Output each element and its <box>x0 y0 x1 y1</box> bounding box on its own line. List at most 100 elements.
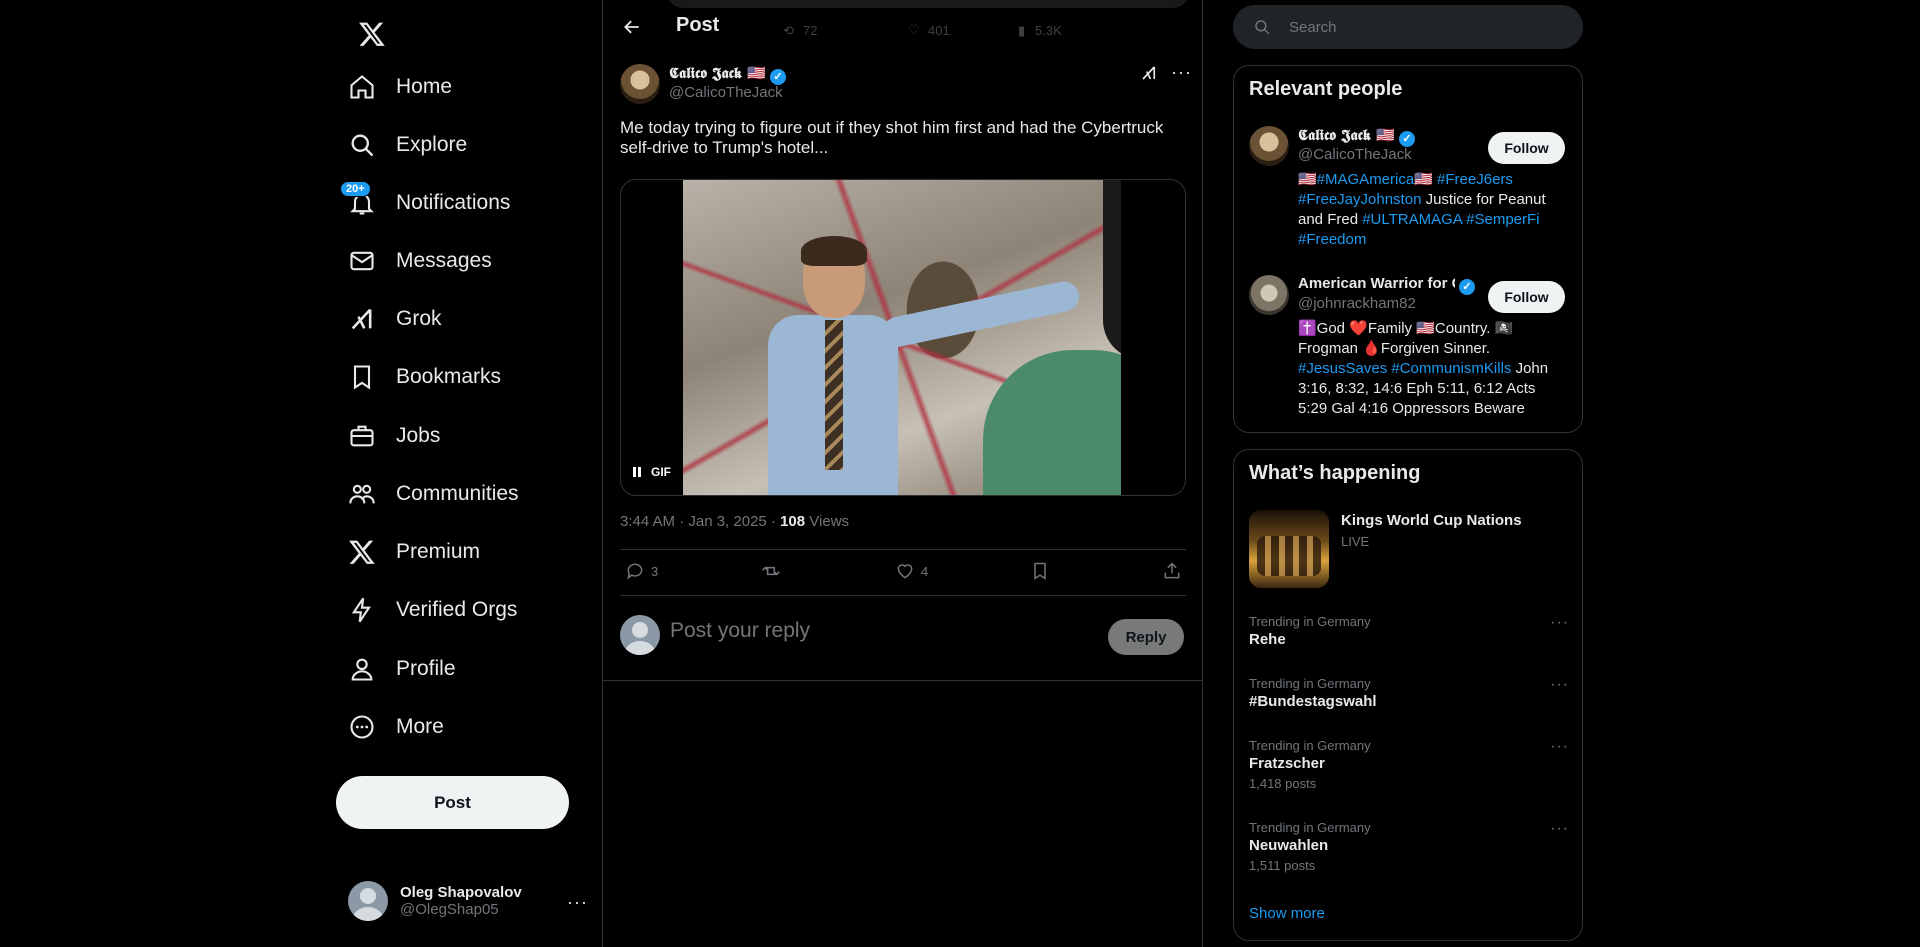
nav-premium[interactable]: Premium <box>336 527 492 577</box>
reply-action[interactable]: 3 <box>625 561 658 581</box>
nav-explore[interactable]: Explore <box>336 120 479 170</box>
author-name[interactable]: 𝕮𝖆𝖑𝖎𝖈𝖔 𝕵𝖆𝖈𝖐 🇺🇸 ✓ <box>669 64 786 85</box>
nav-communities-label: Communities <box>396 482 519 505</box>
retweet-action[interactable] <box>760 561 782 581</box>
bio-text: ✝️God ❤️Family 🇺🇸Country. 🏴‍☠️ Frogman 🩸… <box>1298 320 1514 357</box>
pause-icon[interactable] <box>633 467 641 477</box>
nav-profile[interactable]: Profile <box>336 644 468 694</box>
nav-explore-label: Explore <box>396 133 468 156</box>
share-action[interactable] <box>1162 561 1182 581</box>
nav-messages-label: Messages <box>396 249 492 272</box>
more-icon[interactable]: ··· <box>1171 62 1192 83</box>
previous-media-edge <box>668 0 1188 8</box>
back-button[interactable] <box>617 14 647 40</box>
nav-communities[interactable]: Communities <box>336 469 531 519</box>
grok-icon <box>348 305 376 333</box>
briefcase-icon <box>348 422 376 450</box>
verified-badge-icon: ✓ <box>1459 279 1475 295</box>
person-handle: @johnrackham82 <box>1298 295 1416 312</box>
account-switcher[interactable]: Oleg Shapovalov @OlegShap05 ··· <box>336 872 598 930</box>
nav-grok-label: Grok <box>396 307 442 330</box>
bookmark-icon <box>1034 562 1046 580</box>
tweet-timestamp[interactable]: 3:44 AM · Jan 3, 2025 · <box>620 513 780 530</box>
author-handle[interactable]: @CalicoTheJack <box>669 84 783 101</box>
panel-title: What’s happening <box>1249 462 1421 484</box>
nav-grok[interactable]: Grok <box>336 294 454 344</box>
event-thumbnail[interactable] <box>1249 510 1329 588</box>
trend-name: Neuwahlen <box>1249 837 1329 854</box>
gif-label: GIF <box>651 465 671 479</box>
show-more-link[interactable]: Show more <box>1249 905 1325 922</box>
more-icon[interactable]: ··· <box>1550 738 1569 756</box>
trend-item[interactable]: Trending in Germany Neuwahlen 1,511 post… <box>1249 820 1569 873</box>
nav-notifications-label: Notifications <box>396 191 511 214</box>
reply-composer: Post your reply Reply <box>620 607 1186 665</box>
reply-count: 3 <box>651 563 659 579</box>
nav-notifications[interactable]: 20+ Notifications <box>336 178 522 228</box>
trend-item[interactable]: Trending in Germany #Bundestagswahl ··· <box>1249 676 1569 710</box>
more-circle-icon <box>348 713 376 741</box>
nav-bookmarks[interactable]: Bookmarks <box>336 352 513 402</box>
nav-more[interactable]: More <box>336 702 456 752</box>
more-icon[interactable]: ··· <box>567 892 588 913</box>
nav-messages[interactable]: Messages <box>336 236 504 286</box>
trend-post-count: 1,418 posts <box>1249 776 1317 791</box>
reply-icon <box>627 563 643 580</box>
x-logo-icon <box>348 538 376 566</box>
bookmark-icon <box>348 363 376 391</box>
author-avatar[interactable] <box>620 64 660 104</box>
avatar <box>348 881 388 921</box>
views-label: Views <box>805 513 850 530</box>
follow-button[interactable]: Follow <box>1488 132 1565 164</box>
arrow-left-icon <box>624 20 639 34</box>
search-input[interactable]: Search <box>1233 5 1583 49</box>
avatar[interactable] <box>1249 275 1289 315</box>
like-action[interactable]: 4 <box>895 561 928 581</box>
views-count: 108 <box>780 513 806 530</box>
panel-title: Relevant people <box>1249 78 1403 100</box>
post-button[interactable]: Post <box>336 776 569 829</box>
nav-jobs[interactable]: Jobs <box>336 411 452 461</box>
more-icon[interactable]: ··· <box>1550 614 1569 632</box>
x-logo-icon[interactable] <box>346 8 398 60</box>
header-bar: ⟲ 72 ♡ 401 ▮ 5.3K Post <box>603 0 1202 53</box>
trend-item[interactable]: Trending in Germany Fratzscher 1,418 pos… <box>1249 738 1569 791</box>
home-icon <box>348 73 376 101</box>
nav-verified-orgs[interactable]: Verified Orgs <box>336 585 529 635</box>
like-count: 4 <box>921 563 929 579</box>
follow-button[interactable]: Follow <box>1488 281 1565 313</box>
tweet-media[interactable]: GIF <box>620 179 1186 496</box>
person-icon <box>348 655 376 683</box>
avatar[interactable] <box>1249 126 1289 166</box>
bio-hashtags[interactable]: #JesusSaves #CommunismKills <box>1298 360 1511 377</box>
reply-button[interactable]: Reply <box>1108 619 1184 655</box>
share-icon <box>1164 562 1180 579</box>
search-icon <box>348 131 376 159</box>
nav-verified-orgs-label: Verified Orgs <box>396 598 518 621</box>
person-bio: 🇺🇸#MAGAmerica🇺🇸 #FreeJ6ers #FreeJayJohns… <box>1298 170 1568 250</box>
trend-item[interactable]: Trending in Germany Rehe ··· <box>1249 614 1569 648</box>
grok-icon[interactable] <box>1140 64 1158 87</box>
lightning-icon <box>348 596 376 624</box>
tweet-text: Me today trying to figure out if they sh… <box>620 118 1164 157</box>
whats-happening-panel: What’s happening Kings World Cup Nations… <box>1233 449 1583 941</box>
more-icon[interactable]: ··· <box>1550 676 1569 694</box>
event-title[interactable]: Kings World Cup Nations <box>1341 512 1522 529</box>
person-name-text: 𝕮𝖆𝖑𝖎𝖈𝖔 𝕵𝖆𝖈𝖐 🇺🇸 <box>1298 126 1395 144</box>
tweet-actions: 3 4 <box>620 549 1186 595</box>
gif-controls[interactable]: GIF <box>633 465 671 479</box>
reply-input[interactable]: Post your reply <box>670 619 810 643</box>
heart-icon <box>897 564 913 579</box>
event-status: LIVE <box>1341 534 1370 549</box>
trend-category: Trending in Germany <box>1249 614 1371 629</box>
nav-home[interactable]: Home <box>336 62 464 112</box>
trend-category: Trending in Germany <box>1249 820 1371 835</box>
nav-bookmarks-label: Bookmarks <box>396 365 502 388</box>
bookmark-action[interactable] <box>1030 561 1050 581</box>
more-icon[interactable]: ··· <box>1550 820 1569 838</box>
verified-badge-icon: ✓ <box>769 69 786 85</box>
trend-post-count: 1,511 posts <box>1249 858 1316 873</box>
previous-post-stats: ⟲ 72 ♡ 401 ▮ 5.3K <box>663 20 1193 44</box>
divider <box>620 595 1186 596</box>
verified-badge-icon: ✓ <box>1398 131 1415 147</box>
